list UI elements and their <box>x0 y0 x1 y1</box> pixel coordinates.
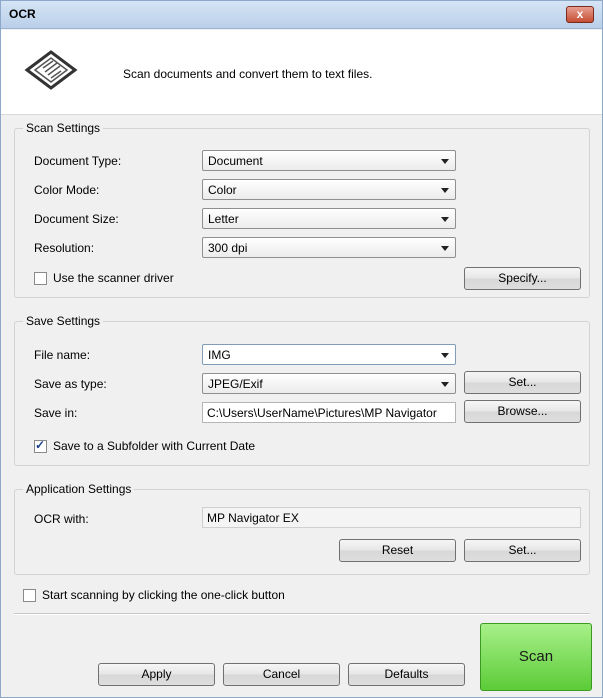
save-as-type-value: JPEG/Exif <box>208 377 263 391</box>
chevron-down-icon <box>441 217 449 222</box>
document-type-value: Document <box>208 154 263 168</box>
document-size-label: Document Size: <box>34 212 119 226</box>
save-settings-label: Save Settings <box>23 314 104 328</box>
chevron-down-icon <box>441 382 449 387</box>
resolution-value: 300 dpi <box>208 241 248 255</box>
color-mode-select[interactable]: Color <box>202 179 456 200</box>
chevron-down-icon <box>441 188 449 193</box>
scan-document-icon <box>23 44 79 95</box>
chevron-down-icon <box>441 353 449 358</box>
header-description: Scan documents and convert them to text … <box>123 67 373 81</box>
browse-button[interactable]: Browse... <box>464 400 581 423</box>
resolution-label: Resolution: <box>34 241 95 255</box>
subfolder-label: Save to a Subfolder with Current Date <box>53 439 256 453</box>
chevron-down-icon <box>441 159 449 164</box>
document-type-select[interactable]: Document <box>202 150 456 171</box>
color-mode-label: Color Mode: <box>34 183 100 197</box>
ocr-with-field: MP Navigator EX <box>202 507 581 528</box>
ocr-with-label: OCR with: <box>34 512 89 526</box>
scan-settings-label: Scan Settings <box>23 121 104 135</box>
use-scanner-driver-label: Use the scanner driver <box>53 271 174 285</box>
checkmark-icon: ✓ <box>35 438 46 452</box>
apply-button[interactable]: Apply <box>98 663 215 686</box>
save-in-field[interactable]: C:\Users\UserName\Pictures\MP Navigator <box>202 402 456 423</box>
one-click-checkbox[interactable] <box>23 589 36 602</box>
chevron-down-icon <box>441 246 449 251</box>
defaults-button[interactable]: Defaults <box>348 663 465 686</box>
one-click-label: Start scanning by clicking the one-click… <box>42 588 285 602</box>
ocr-dialog: OCR x Scan documents and convert them to… <box>0 0 603 698</box>
application-set-button[interactable]: Set... <box>464 539 581 562</box>
use-scanner-driver-checkbox[interactable] <box>34 272 47 285</box>
cancel-button[interactable]: Cancel <box>223 663 340 686</box>
scan-button[interactable]: Scan <box>480 623 592 691</box>
footer-divider <box>14 613 590 615</box>
document-size-select[interactable]: Letter <box>202 208 456 229</box>
reset-button[interactable]: Reset <box>339 539 456 562</box>
subfolder-checkbox[interactable]: ✓ <box>34 438 47 453</box>
save-as-type-label: Save as type: <box>34 377 107 391</box>
file-name-value: IMG <box>208 348 231 362</box>
ocr-with-value: MP Navigator EX <box>207 511 299 525</box>
save-in-label: Save in: <box>34 406 78 420</box>
save-as-type-select[interactable]: JPEG/Exif <box>202 373 456 394</box>
document-size-value: Letter <box>208 212 239 226</box>
save-in-value: C:\Users\UserName\Pictures\MP Navigator <box>207 406 437 420</box>
title-bar[interactable]: OCR x <box>1 1 602 29</box>
resolution-select[interactable]: 300 dpi <box>202 237 456 258</box>
file-name-label: File name: <box>34 348 91 362</box>
specify-button[interactable]: Specify... <box>464 267 581 290</box>
close-button[interactable]: x <box>566 6 594 23</box>
file-name-input[interactable]: IMG <box>202 344 456 365</box>
color-mode-value: Color <box>208 183 237 197</box>
application-settings-group: Application Settings <box>14 482 590 575</box>
document-type-label: Document Type: <box>34 154 122 168</box>
header-band: Scan documents and convert them to text … <box>1 30 602 115</box>
save-type-set-button[interactable]: Set... <box>464 371 581 394</box>
window-title: OCR <box>9 7 36 21</box>
application-settings-label: Application Settings <box>23 482 135 496</box>
